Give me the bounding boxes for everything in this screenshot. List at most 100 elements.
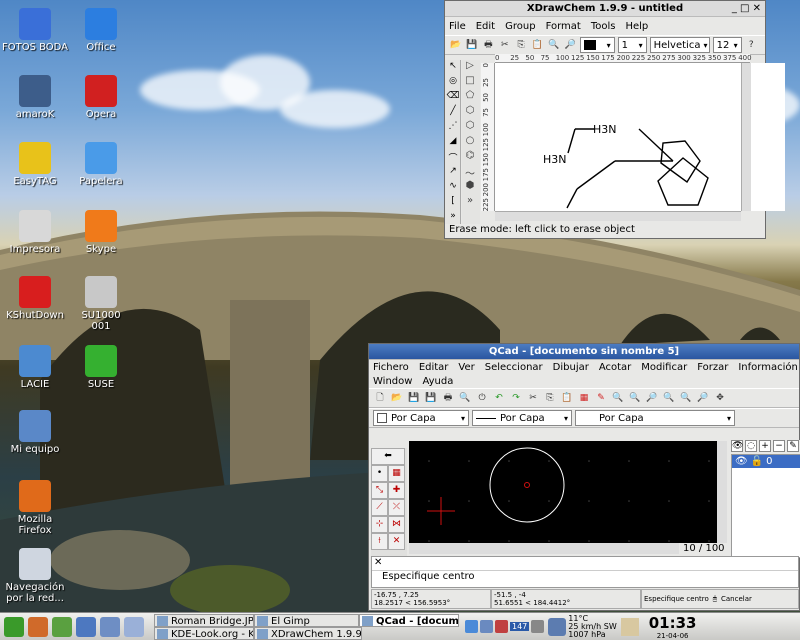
eraser-icon[interactable]: ⌫ <box>446 91 460 105</box>
menu-item[interactable]: Editar <box>419 362 449 373</box>
window-controls[interactable]: _ □ ✕ <box>732 1 761 17</box>
desktop-icon[interactable]: FOTOS BODA <box>0 8 70 53</box>
weather-widget[interactable]: 11°C 25 km/h SW 1007 hPa <box>548 614 617 639</box>
line-style-select[interactable]: 1 ▾ <box>617 37 647 53</box>
chain-icon[interactable]: 〜 <box>462 165 478 180</box>
undo-icon[interactable]: ↶ <box>492 391 506 405</box>
exit-icon[interactable]: ⏻ <box>475 391 489 405</box>
qcad-titlebar[interactable]: QCad - [documento sin nombre 5] <box>369 344 799 360</box>
menu-item[interactable]: Ver <box>458 362 474 373</box>
print-icon[interactable]: 🖶 <box>441 391 455 405</box>
more-tools-icon[interactable]: » <box>446 211 460 225</box>
desktop-pager-icon[interactable] <box>124 616 144 637</box>
line-tool-icon[interactable]: ╱ <box>446 106 460 120</box>
hexagon-outline-icon[interactable]: ⬡ <box>462 120 478 135</box>
desktop-icon[interactable]: Skype <box>66 210 136 255</box>
menu-item[interactable]: Group <box>505 21 535 32</box>
more-shapes-icon[interactable]: » <box>462 195 478 210</box>
zoom-in-icon[interactable]: 🔍 <box>547 38 560 52</box>
wedge-icon[interactable]: ◢ <box>446 136 460 150</box>
copy-icon[interactable]: ⎘ <box>514 38 527 52</box>
select-arrow-icon[interactable]: ↖ <box>446 61 460 75</box>
square-icon[interactable]: □ <box>462 75 478 90</box>
desktop-icon[interactable]: Papelera <box>66 142 136 187</box>
copy-icon[interactable]: ⎘ <box>543 391 557 405</box>
volume-icon[interactable] <box>531 620 545 633</box>
menu-item[interactable]: Seleccionar <box>485 362 543 373</box>
clock[interactable]: 01:33 21-04-06 <box>649 614 697 640</box>
taskbar-task[interactable]: KDE-Look.org - Kon <box>154 626 254 640</box>
snap-grid-icon[interactable]: ✚ <box>388 482 405 499</box>
menu-item[interactable]: Edit <box>476 21 495 32</box>
remove-layer-icon[interactable]: − <box>773 440 785 452</box>
zoom-auto-icon[interactable]: 🔍 <box>662 391 676 405</box>
open-icon[interactable]: 📂 <box>390 391 404 405</box>
desktop-icon[interactable]: EasyTAG <box>0 142 70 187</box>
grid-icon[interactable]: ▦ <box>577 391 591 405</box>
point-icon[interactable]: • <box>371 465 388 482</box>
taskbar-task[interactable]: XDrawChem 1.9.9 <box>254 626 362 640</box>
edit-layer-icon[interactable]: ✎ <box>787 440 799 452</box>
gear-icon[interactable] <box>100 616 120 637</box>
paste-icon[interactable]: 📋 <box>531 38 544 52</box>
snap-middle-icon[interactable]: ⋈ <box>388 516 405 533</box>
menu-item[interactable]: Help <box>625 21 648 32</box>
snap-free-icon[interactable]: ⤡ <box>371 482 388 499</box>
desktop-icon[interactable]: Mi equipo <box>0 410 70 455</box>
command-line[interactable]: ✕ Especifique centro <box>371 556 799 588</box>
desktop-icon[interactable]: SU1000 001 <box>66 276 136 332</box>
browser-icon[interactable] <box>76 616 96 637</box>
save-as-icon[interactable]: 💾 <box>424 391 438 405</box>
back-arrow-icon[interactable]: ⬅ <box>371 448 405 465</box>
pan-icon[interactable]: ✥ <box>713 391 727 405</box>
redo-icon[interactable]: ↷ <box>509 391 523 405</box>
system-settings-icon[interactable] <box>52 616 72 637</box>
eye-hidden-icon[interactable]: ◌ <box>745 440 757 452</box>
open-icon[interactable]: 📂 <box>449 38 462 52</box>
horizontal-scrollbar[interactable] <box>409 543 679 554</box>
dashed-line-icon[interactable]: ⋰ <box>446 121 460 135</box>
add-layer-icon[interactable]: + <box>759 440 771 452</box>
pen-type-select[interactable]: Por Capa ▾ <box>575 410 735 426</box>
eye-icon[interactable]: 👁 <box>731 440 743 452</box>
vertical-scrollbar[interactable] <box>717 441 727 543</box>
desktop-icon[interactable]: LACIE <box>0 345 70 390</box>
desktop-icon[interactable]: amaroK <box>0 75 70 120</box>
home-icon[interactable] <box>28 616 48 637</box>
desktop-icon[interactable]: SUSE <box>66 345 136 390</box>
menu-item[interactable]: Información <box>738 362 797 373</box>
grid-points-icon[interactable]: ▦ <box>388 465 405 482</box>
snap-endpoint-icon[interactable]: ⟋ <box>371 499 388 516</box>
octagon-icon[interactable]: ○ <box>462 135 478 150</box>
desktop-icon[interactable]: Mozilla Firefox <box>0 480 70 536</box>
menu-item[interactable]: Window <box>373 376 412 387</box>
zoom-out-icon[interactable]: 🔎 <box>564 38 577 52</box>
qcad-window[interactable]: QCad - [documento sin nombre 5] Fichero E… <box>368 343 800 611</box>
vertical-scrollbar[interactable] <box>741 63 751 211</box>
cut-icon[interactable]: ✂ <box>526 391 540 405</box>
xdrawchem-window[interactable]: XDrawChem 1.9.9 - untitled _ □ ✕ File Edi… <box>444 0 785 239</box>
taskbar-task[interactable]: El Gimp <box>254 613 359 627</box>
snap-entity-icon[interactable]: ⤫ <box>388 499 405 516</box>
desktop-icon[interactable]: Navegación por la red... <box>0 548 70 604</box>
paste-icon[interactable]: 📋 <box>560 391 574 405</box>
update-icon[interactable] <box>480 620 493 633</box>
save-icon[interactable]: 💾 <box>407 391 421 405</box>
menu-item[interactable]: Fichero <box>373 362 409 373</box>
snap-dist-icon[interactable]: ⟊ <box>371 533 388 550</box>
zoom-window-icon[interactable]: 🔎 <box>696 391 710 405</box>
font-select[interactable]: Helvetica ▾ <box>649 37 710 53</box>
snap-intersection-icon[interactable]: ✕ <box>388 533 405 550</box>
notification-badge[interactable]: 147 <box>510 622 530 631</box>
whats-this-icon[interactable]: ? <box>745 38 758 52</box>
curve-icon[interactable]: ∿ <box>446 181 460 195</box>
print-preview-icon[interactable]: 🔍 <box>458 391 472 405</box>
benzene-icon[interactable]: ⌬ <box>462 150 478 165</box>
menu-item[interactable]: Tools <box>591 21 616 32</box>
arrow-tool-icon[interactable]: ↗ <box>446 166 460 180</box>
layer-row[interactable]: 👁 🔓 0 <box>732 455 800 468</box>
menu-item[interactable]: Acotar <box>599 362 631 373</box>
triangle-icon[interactable]: ▷ <box>462 60 478 75</box>
horizontal-scrollbar[interactable] <box>495 211 741 221</box>
lock-icon[interactable]: 🔓 <box>751 456 763 467</box>
